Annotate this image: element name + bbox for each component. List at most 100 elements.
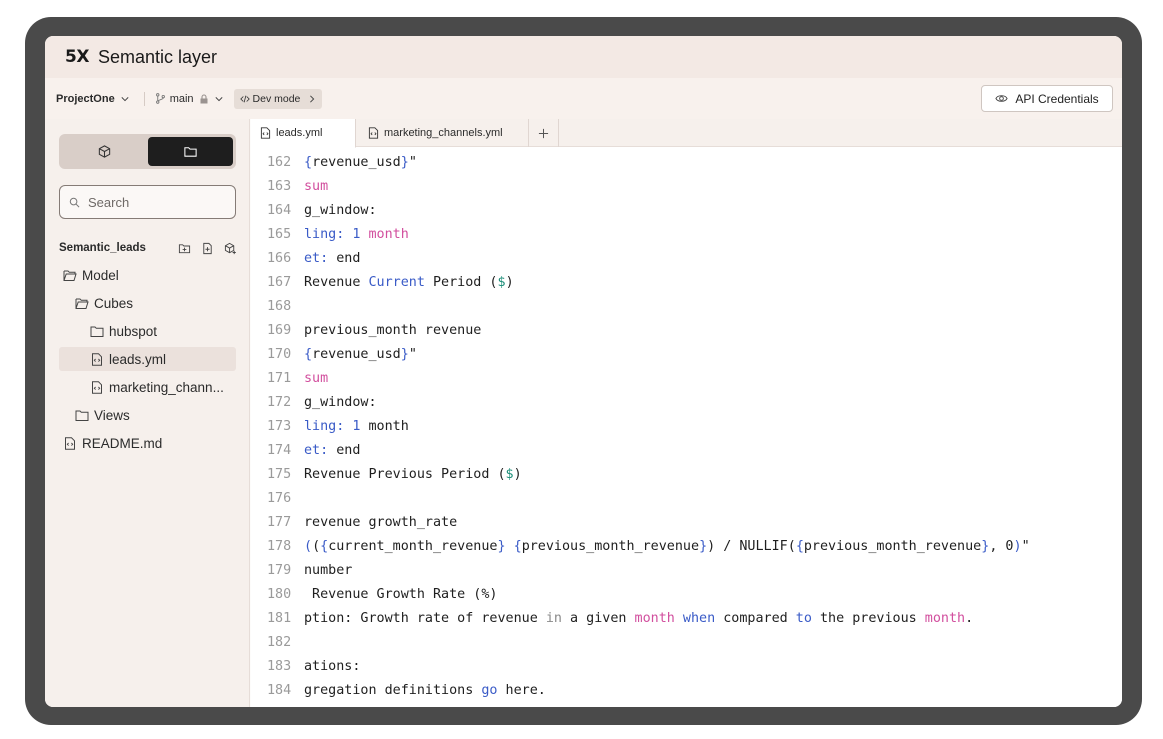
- files-view-button[interactable]: [147, 137, 233, 166]
- code-token: }: [497, 539, 506, 554]
- branch-name: main: [169, 92, 194, 105]
- code-token: et:: [304, 251, 329, 266]
- code-token: sum: [304, 179, 329, 194]
- tree-item-label: README.md: [82, 435, 163, 451]
- code-line[interactable]: 177 revenue growth_rate: [251, 511, 1122, 535]
- code-line[interactable]: 174 et: end: [251, 439, 1122, 463]
- git-branch-icon: [155, 93, 165, 104]
- line-number: 171: [267, 371, 292, 386]
- tree-item-leads-yml[interactable]: leads.yml: [59, 347, 236, 371]
- line-content: revenue growth_rate: [304, 511, 457, 535]
- code-editor: leads.yml marketing_channels.yml 162 {rev…: [251, 119, 1122, 707]
- new-cube-icon[interactable]: [224, 242, 237, 255]
- code-line[interactable]: 162 {revenue_usd}": [251, 151, 1122, 175]
- line-number: 167: [267, 275, 292, 290]
- code-token: }: [400, 347, 409, 362]
- code-line[interactable]: 167 Revenue Current Period ($): [251, 271, 1122, 295]
- folder-open-icon: [75, 298, 89, 309]
- api-credentials-label: API Credentials: [1015, 91, 1099, 106]
- logo-text: 5X: [65, 47, 89, 67]
- code-line[interactable]: 168: [251, 295, 1122, 319]
- new-file-icon[interactable]: [201, 242, 214, 255]
- code-line[interactable]: 180 Revenue Growth Rate (%): [251, 583, 1122, 607]
- line-content: g_window:: [304, 199, 377, 223]
- plus-icon: [538, 128, 549, 138]
- line-content: Revenue Growth Rate (%): [304, 583, 497, 607]
- file-code-icon: [92, 352, 102, 366]
- cube-view-button[interactable]: [62, 137, 148, 166]
- tab-label: marketing_channels.yml: [384, 127, 503, 139]
- new-folder-icon[interactable]: [178, 242, 191, 255]
- code-line[interactable]: 182: [251, 631, 1122, 655]
- code-token: current_month_revenue: [328, 539, 498, 554]
- line-number: 172: [267, 395, 292, 410]
- code-token: revenue_usd: [312, 155, 401, 170]
- code-token: to: [795, 611, 812, 626]
- code-token: sum: [304, 371, 329, 386]
- line-number: 182: [267, 635, 292, 650]
- tree-item-views[interactable]: Views: [75, 403, 243, 427]
- code-line[interactable]: 173 ling: 1 month: [251, 415, 1122, 439]
- search-icon: [69, 197, 80, 207]
- tree-item-marketing-channels[interactable]: marketing_chann...: [90, 375, 236, 399]
- code-line[interactable]: 166 et: end: [251, 247, 1122, 271]
- new-tab-button[interactable]: [529, 119, 559, 147]
- code-line[interactable]: 169 previous_month revenue: [251, 319, 1122, 343]
- line-number: 175: [267, 467, 292, 482]
- line-content: number: [304, 559, 352, 583]
- search-placeholder: Search: [88, 194, 130, 210]
- tab-marketing-channels-yml[interactable]: marketing_channels.yml: [356, 119, 529, 147]
- code-token: previous_month_revenue: [521, 539, 700, 554]
- toolbar: ProjectOne main Dev mode API Credentials: [45, 78, 1122, 119]
- code-token: $: [505, 467, 514, 482]
- tab-leads-yml[interactable]: leads.yml: [251, 119, 356, 148]
- file-code-icon: [92, 380, 102, 394]
- code-line[interactable]: 171 sum: [251, 367, 1122, 391]
- code-line[interactable]: 172 g_window:: [251, 391, 1122, 415]
- line-number: 165: [267, 227, 292, 242]
- code-line[interactable]: 164 g_window:: [251, 199, 1122, 223]
- api-credentials-button[interactable]: API Credentials: [981, 85, 1113, 112]
- code-line[interactable]: 184 gregation definitions go here.: [251, 679, 1122, 703]
- code-line[interactable]: 176: [251, 487, 1122, 511]
- tree-item-readme[interactable]: README.md: [63, 431, 243, 455]
- tree-item-cubes[interactable]: Cubes: [75, 291, 243, 315]
- tree-item-label: Cubes: [94, 295, 134, 311]
- app-title: Semantic layer: [97, 46, 217, 67]
- project-selector[interactable]: ProjectOne: [56, 93, 129, 105]
- code-token: compared: [715, 611, 796, 626]
- code-line[interactable]: 183 ations:: [251, 655, 1122, 679]
- folder-icon: [184, 147, 197, 157]
- code-line[interactable]: 178 (({current_month_revenue} {previous_m…: [251, 535, 1122, 559]
- dev-mode-button[interactable]: Dev mode: [233, 88, 323, 109]
- code-area[interactable]: 162 {revenue_usd}" 163 sum 164 g_window: 165 li…: [251, 151, 1122, 703]
- chevron-down-icon: [121, 96, 129, 101]
- code-token: g_window:: [304, 203, 377, 218]
- code-line[interactable]: 175 Revenue Previous Period ($): [251, 463, 1122, 487]
- code-token: (: [312, 539, 321, 554]
- line-number: 180: [267, 587, 292, 602]
- code-token: (: [304, 539, 313, 554]
- tree-item-hubspot[interactable]: hubspot: [90, 319, 236, 343]
- tree-item-label: hubspot: [109, 323, 158, 339]
- tree-item-model[interactable]: Model: [63, 263, 243, 287]
- branch-selector[interactable]: main: [155, 93, 223, 105]
- line-content: et: end: [304, 247, 360, 271]
- line-content: ling: 1 month: [304, 223, 409, 247]
- code-token: end: [328, 443, 361, 458]
- code-token: Revenue Previous Period (: [304, 467, 506, 482]
- line-number: 173: [267, 419, 292, 434]
- code-token: go: [481, 683, 498, 698]
- code-line[interactable]: 181 ption: Growth rate of revenue in a gi…: [251, 607, 1122, 631]
- code-line[interactable]: 170 {revenue_usd}": [251, 343, 1122, 367]
- code-token: Revenue Growth Rate (%): [304, 587, 498, 602]
- code-line[interactable]: 165 ling: 1 month: [251, 223, 1122, 247]
- line-number: 174: [267, 443, 292, 458]
- search-input[interactable]: Search: [59, 185, 236, 219]
- code-line[interactable]: 163 sum: [251, 175, 1122, 199]
- line-number: 184: [267, 683, 292, 698]
- line-content: Revenue Previous Period ($): [304, 463, 522, 487]
- code-line[interactable]: 179 number: [251, 559, 1122, 583]
